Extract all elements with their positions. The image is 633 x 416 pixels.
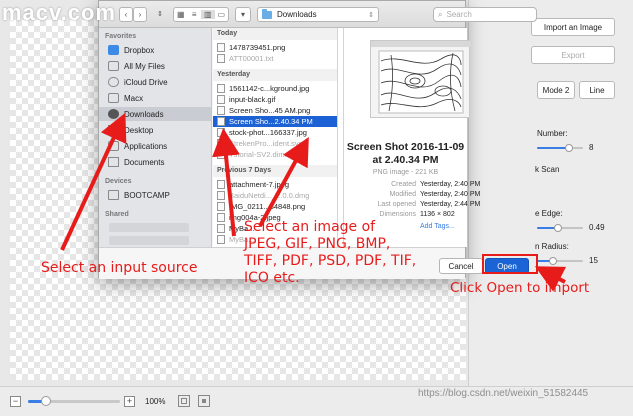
- annotation-line: ICO etc.: [244, 270, 300, 286]
- annotation-line: TIFF, PDF, PSD, PDF, TIF,: [244, 253, 417, 269]
- open-button-highlight: [482, 254, 538, 274]
- annotation-click-open: Click Open to import: [450, 280, 590, 296]
- csdn-watermark: https://blog.csdn.net/weixin_51582445: [418, 388, 589, 399]
- annotation-line: JPEG, GIF, PNG, BMP,: [244, 236, 391, 252]
- arrow-to-image: [212, 128, 240, 237]
- arrow-to-downloads: [60, 112, 127, 251]
- arrow-to-image: [258, 136, 309, 227]
- annotation-arrows: [60, 112, 567, 292]
- annotation-input-source: Select an input source: [41, 260, 198, 276]
- annotation-line: Select an image of: [244, 219, 376, 235]
- annotation-select-image: Select an image of JPEG, GIF, PNG, BMP, …: [244, 219, 416, 287]
